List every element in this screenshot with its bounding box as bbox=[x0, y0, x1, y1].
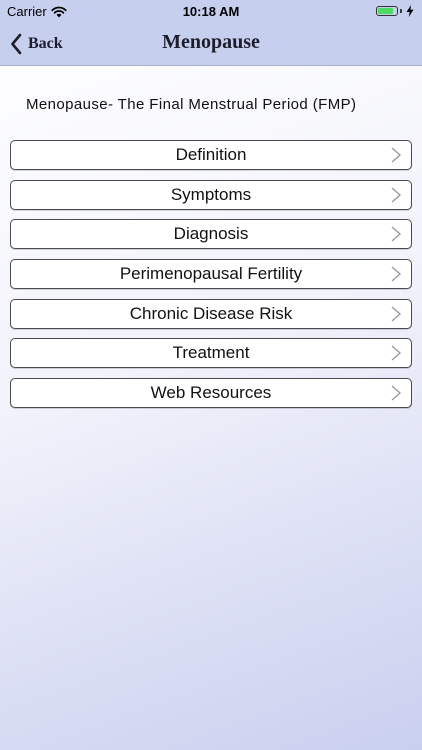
chevron-right-icon bbox=[391, 266, 402, 282]
menu-item-web-resources[interactable]: Web Resources bbox=[10, 378, 412, 409]
status-bar: Carrier 10:18 AM bbox=[0, 0, 422, 22]
menu-list: Definition Symptoms Diagnosis Perimenopa… bbox=[10, 140, 412, 418]
navigation-bar: Carrier 10:18 AM Back Menopause bbox=[0, 0, 422, 66]
menu-item-chronic-disease-risk[interactable]: Chronic Disease Risk bbox=[10, 298, 412, 329]
menu-item-label: Definition bbox=[175, 145, 247, 164]
chevron-right-icon bbox=[391, 187, 402, 203]
page-title: Menopause bbox=[162, 31, 260, 53]
menu-item-treatment[interactable]: Treatment bbox=[10, 338, 412, 369]
menu-item-definition[interactable]: Definition bbox=[10, 140, 412, 170]
chevron-right-icon bbox=[391, 306, 402, 322]
menu-item-label: Treatment bbox=[172, 343, 250, 363]
menu-item-label: Diagnosis bbox=[173, 224, 249, 244]
battery-level-fill bbox=[378, 8, 394, 14]
menu-item-label: Chronic Disease Risk bbox=[129, 303, 293, 323]
menu-item-label: Perimenopausal Fertility bbox=[119, 264, 303, 284]
charging-bolt-icon bbox=[406, 5, 414, 17]
status-time: 10:18 AM bbox=[182, 4, 240, 19]
chevron-right-icon bbox=[391, 147, 402, 163]
menu-item-label: Web Resources bbox=[150, 383, 272, 403]
battery-indicator bbox=[376, 5, 414, 17]
battery-icon bbox=[376, 6, 398, 16]
chevron-right-icon bbox=[391, 345, 402, 361]
chevron-right-icon bbox=[391, 226, 402, 242]
section-subtitle: Menopause- The Final Menstrual Period (F… bbox=[26, 96, 357, 113]
battery-cap bbox=[400, 9, 402, 13]
chevron-right-icon bbox=[391, 385, 402, 401]
menu-item-diagnosis[interactable]: Diagnosis bbox=[10, 219, 412, 250]
menu-item-perimenopausal-fertility[interactable]: Perimenopausal Fertility bbox=[10, 259, 412, 290]
menu-item-symptoms[interactable]: Symptoms bbox=[10, 179, 412, 210]
menu-item-label: Symptoms bbox=[170, 184, 252, 204]
